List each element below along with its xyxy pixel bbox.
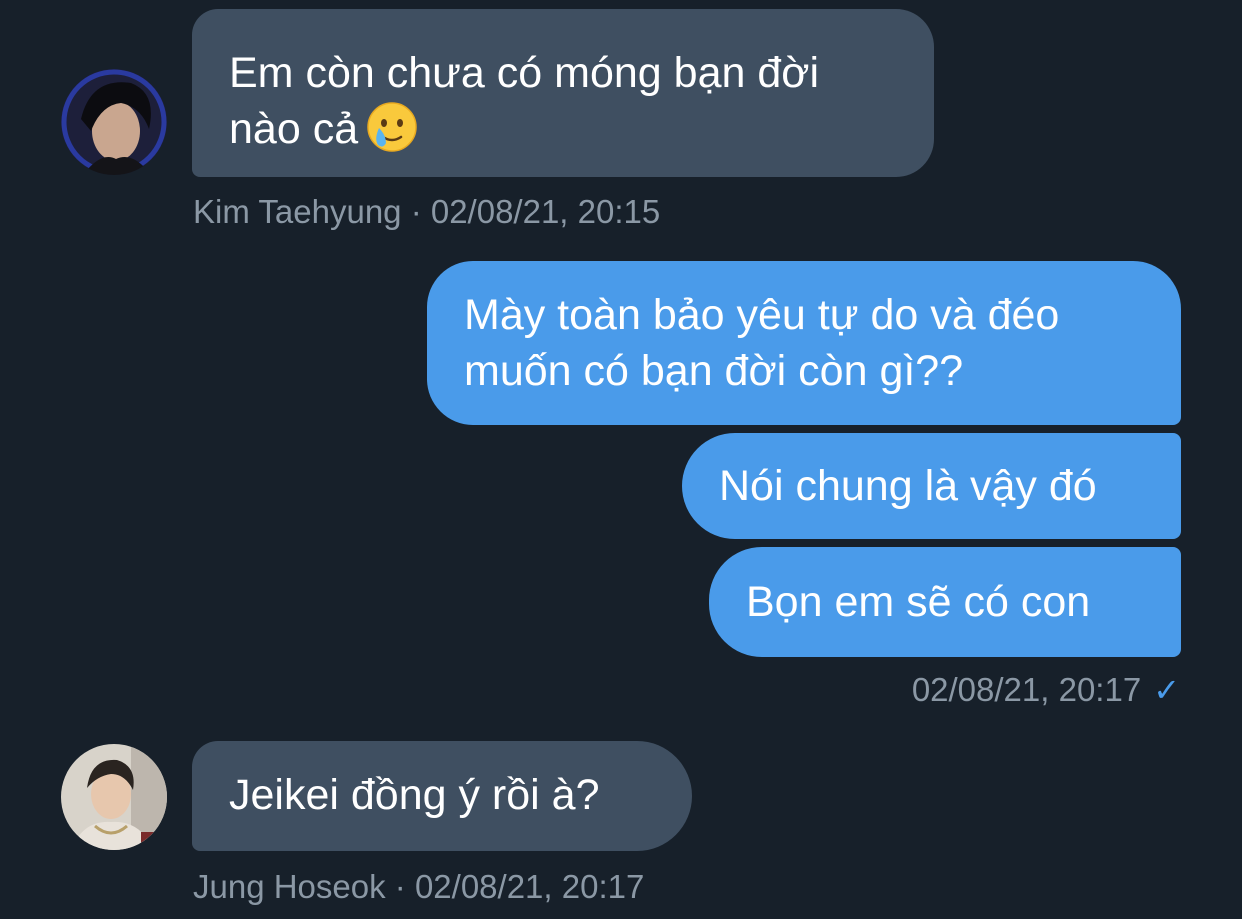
- message-bubble-outgoing[interactable]: Bọn em sẽ có con: [709, 547, 1181, 657]
- message-text-line: muốn có bạn đời còn gì??: [464, 347, 964, 395]
- message-text-line: Mày toàn bảo yêu tự do và đéo: [464, 291, 1060, 339]
- message-bubble-incoming[interactable]: Jeikei đồng ý rồi à?: [192, 741, 692, 851]
- message-text-line: nào cả: [229, 101, 934, 167]
- message-text-line: Em còn chưa có móng bạn đời: [229, 49, 820, 97]
- message-text: Jeikei đồng ý rồi à?: [229, 771, 600, 819]
- message-meta: Jung Hoseok · 02/08/21, 20:17: [193, 868, 645, 905]
- message-timestamp: 02/08/21, 20:17: [911, 671, 1142, 708]
- avatar-jung-hoseok[interactable]: [61, 744, 167, 850]
- message-bubble-outgoing[interactable]: Mày toàn bảo yêu tự do và đéo muốn có bạ…: [427, 261, 1181, 425]
- message-bubble-incoming[interactable]: Em còn chưa có móng bạn đời nào cả: [192, 9, 934, 177]
- message-text: Bọn em sẽ có con: [746, 578, 1091, 626]
- message-meta: 02/08/21, 20:17 ✓: [912, 671, 1180, 709]
- face-holding-back-tears-icon: [366, 101, 418, 167]
- message-bubble-outgoing[interactable]: Nói chung là vậy đó: [682, 433, 1181, 539]
- message-text: Nói chung là vậy đó: [719, 462, 1097, 510]
- avatar-kim-taehyung[interactable]: [61, 69, 167, 175]
- check-icon: ✓: [1153, 672, 1180, 708]
- message-meta: Kim Taehyung · 02/08/21, 20:15: [193, 193, 661, 230]
